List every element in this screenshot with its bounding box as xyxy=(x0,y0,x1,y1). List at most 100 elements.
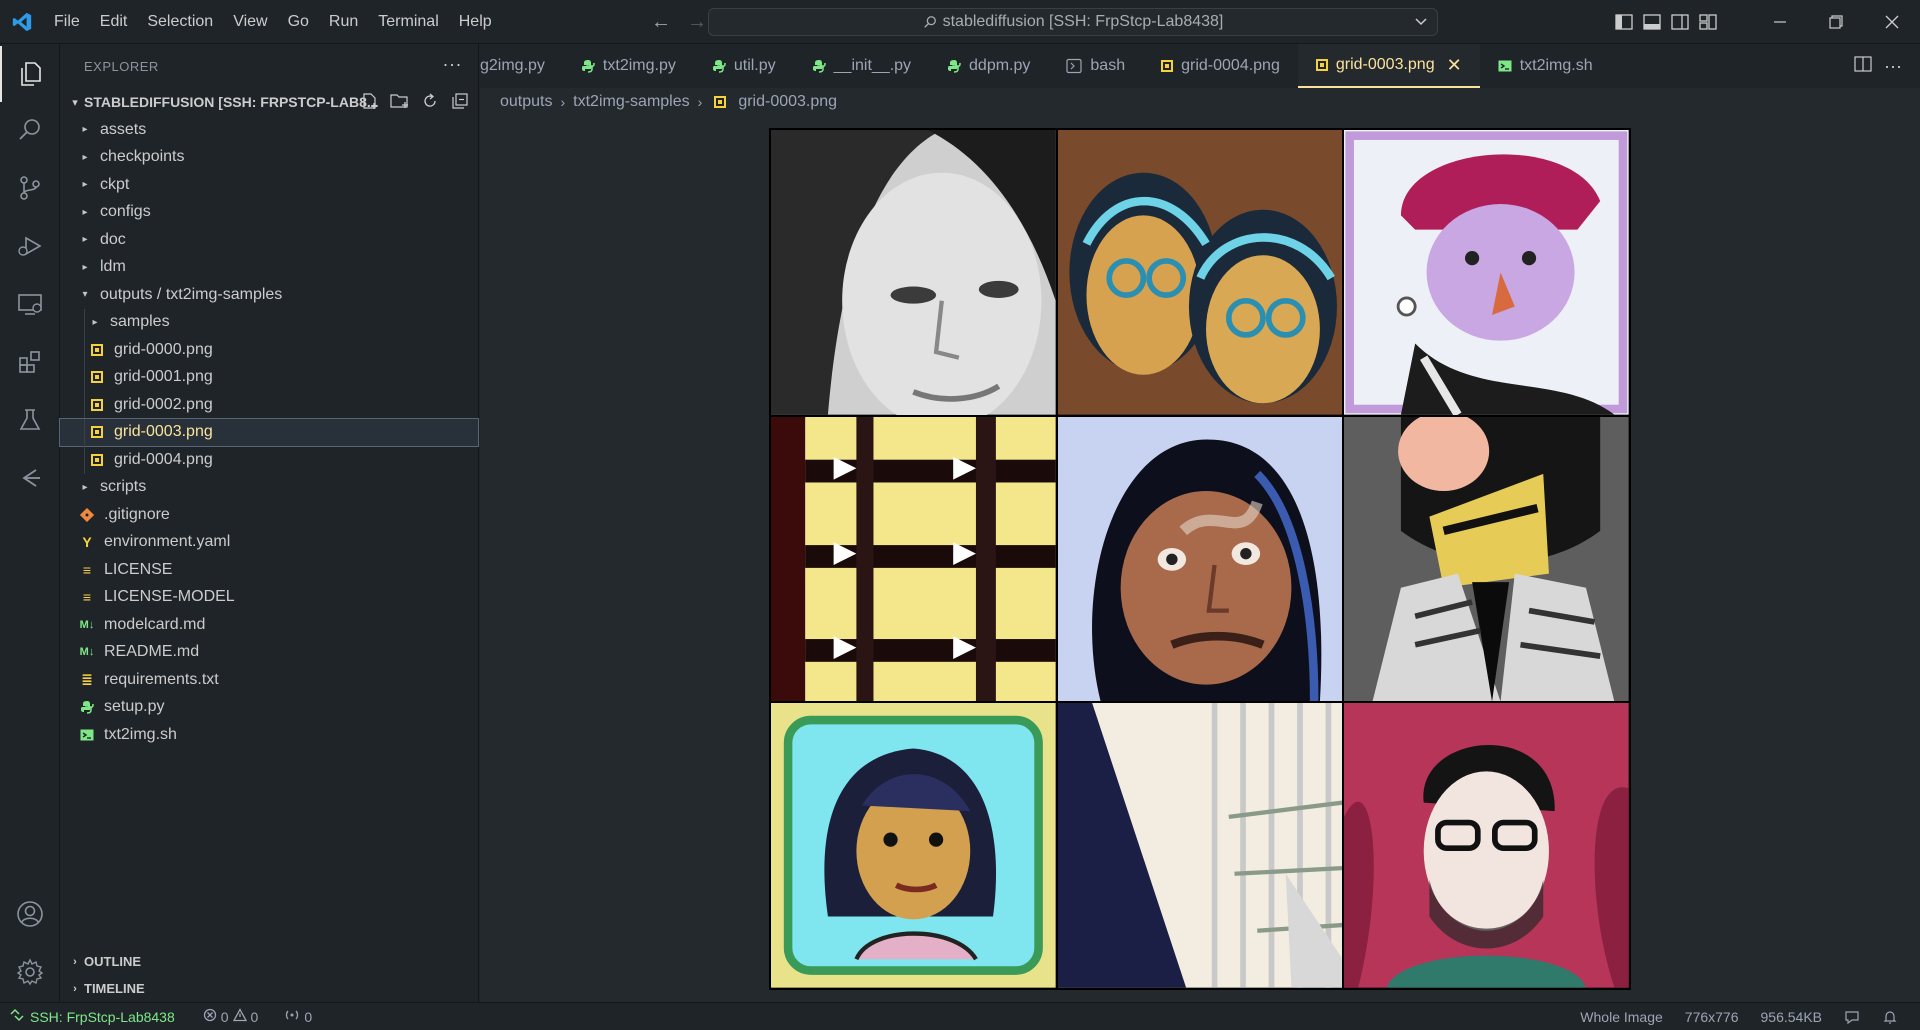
vscode-logo-icon xyxy=(0,0,44,44)
folder-assets[interactable]: ▸ assets xyxy=(60,116,478,144)
license-file-icon: ≡ xyxy=(82,561,92,578)
folder-ldm[interactable]: ▸ ldm xyxy=(60,254,478,282)
explorer-icon[interactable] xyxy=(0,46,60,102)
git-graph-icon[interactable] xyxy=(0,450,60,506)
split-editor-icon[interactable] xyxy=(1854,55,1872,77)
more-actions-icon[interactable]: ··· xyxy=(443,54,462,75)
outline-section[interactable]: › OUTLINE xyxy=(60,948,479,975)
indent-guide xyxy=(84,418,85,446)
back-arrow-icon[interactable]: ← xyxy=(648,9,674,35)
file-modelcard-md[interactable]: M↓ modelcard.md xyxy=(60,611,478,639)
folder-doc[interactable]: ▸ doc xyxy=(60,226,478,254)
menu-edit[interactable]: Edit xyxy=(90,0,138,44)
menu-help[interactable]: Help xyxy=(449,0,502,44)
tab-grid-0003-png[interactable]: grid-0003.png ✕ xyxy=(1297,44,1480,88)
ports-indicator[interactable]: 0 xyxy=(276,1008,320,1025)
menu-run[interactable]: Run xyxy=(319,0,368,44)
tree-item-label: README.md xyxy=(104,643,200,661)
file-license[interactable]: ≡ LICENSE xyxy=(60,556,478,584)
chevron-right-icon: › xyxy=(73,982,77,995)
tree-item-label: modelcard.md xyxy=(104,615,206,633)
python-file-icon xyxy=(712,59,726,73)
extensions-icon[interactable] xyxy=(0,334,60,390)
testing-icon[interactable] xyxy=(0,392,60,448)
problems-indicator[interactable]: 0 0 xyxy=(195,1008,267,1025)
tab-ddpm-py[interactable]: ddpm.py xyxy=(929,44,1048,88)
file-grid-0004-png[interactable]: grid-0004.png xyxy=(60,446,478,474)
chevron-right-icon: › xyxy=(560,94,566,110)
tab-txt2img-sh[interactable]: txt2img.sh xyxy=(1480,44,1611,88)
toggle-secondary-sidebar-icon[interactable] xyxy=(1666,0,1694,44)
command-center[interactable]: stablediffusion [SSH: FrpStcp-Lab8438] xyxy=(708,8,1438,36)
chevron-right-icon: › xyxy=(697,94,703,110)
file-requirements-txt[interactable]: ≣ requirements.txt xyxy=(60,666,478,694)
settings-gear-icon[interactable] xyxy=(0,944,60,1000)
folder-checkpoints[interactable]: ▸ checkpoints xyxy=(60,144,478,172)
toggle-panel-icon[interactable] xyxy=(1638,0,1666,44)
tab-g2img-py[interactable]: g2img.py xyxy=(480,44,563,88)
remote-indicator[interactable]: SSH: FrpStcp-Lab8438 xyxy=(0,1003,185,1030)
broadcast-icon xyxy=(284,1008,300,1025)
new-folder-icon[interactable] xyxy=(390,90,410,112)
folder-outputs-txt2img-samples[interactable]: ▾ outputs / txt2img-samples xyxy=(60,281,478,309)
folder-ckpt[interactable]: ▸ ckpt xyxy=(60,171,478,199)
tab-init-py[interactable]: __init__.py xyxy=(794,44,929,88)
image-preview[interactable] xyxy=(769,128,1631,990)
minimize-icon[interactable] xyxy=(1752,0,1808,44)
toggle-primary-sidebar-icon[interactable] xyxy=(1610,0,1638,44)
file-license-model[interactable]: ≡ LICENSE-MODEL xyxy=(60,584,478,612)
file-txt2img-sh[interactable]: txt2img.sh xyxy=(60,721,478,749)
more-actions-icon[interactable]: ··· xyxy=(1884,56,1902,77)
workspace-root[interactable]: ▾ STABLEDIFFUSION [SSH: FRPSTCP-LAB8... xyxy=(60,88,478,116)
image-dimensions: 776x776 xyxy=(1684,1009,1739,1025)
timeline-section[interactable]: › TIMELINE xyxy=(60,975,479,1002)
editor-actions: ··· xyxy=(1854,44,1920,88)
tab-bash[interactable]: bash xyxy=(1048,44,1143,88)
close-icon[interactable] xyxy=(1864,0,1920,44)
menu-selection[interactable]: Selection xyxy=(137,0,223,44)
tab-txt2img-py[interactable]: txt2img.py xyxy=(563,44,694,88)
folder-scripts[interactable]: ▸ scripts xyxy=(60,474,478,502)
file-setup-py[interactable]: setup.py xyxy=(60,694,478,722)
folder-samples[interactable]: ▸ samples xyxy=(60,308,478,336)
menu-file[interactable]: File xyxy=(44,0,90,44)
tree-item-label: scripts xyxy=(100,478,147,496)
close-tab-icon[interactable]: ✕ xyxy=(1447,55,1462,76)
file-readme-md[interactable]: M↓ README.md xyxy=(60,639,478,667)
source-control-icon[interactable] xyxy=(0,160,60,216)
tab-grid-0004-png[interactable]: grid-0004.png xyxy=(1143,44,1298,88)
tab-util-py[interactable]: util.py xyxy=(694,44,794,88)
image-tile xyxy=(771,416,1056,702)
new-file-icon[interactable] xyxy=(360,90,380,112)
search-icon[interactable] xyxy=(0,102,60,158)
refresh-icon[interactable] xyxy=(420,90,440,112)
file-grid-0002-png[interactable]: grid-0002.png xyxy=(60,391,478,419)
file-grid-0003-png[interactable]: grid-0003.png xyxy=(59,417,479,447)
feedback-icon[interactable] xyxy=(1836,1009,1868,1025)
customize-layout-icon[interactable] xyxy=(1694,0,1722,44)
error-icon xyxy=(203,1008,217,1025)
breadcrumb-subfolder[interactable]: txt2img-samples xyxy=(573,93,689,111)
file-environment-yaml[interactable]: Yenvironment.yaml xyxy=(60,529,478,557)
tab-label: g2img.py xyxy=(480,57,545,74)
chevron-down-icon[interactable] xyxy=(1413,13,1429,34)
notifications-bell-icon[interactable] xyxy=(1874,1009,1906,1025)
run-debug-icon[interactable] xyxy=(0,218,60,274)
menu-terminal[interactable]: Terminal xyxy=(368,0,448,44)
remote-explorer-icon[interactable] xyxy=(0,276,60,332)
forward-arrow-icon[interactable]: → xyxy=(684,9,710,35)
image-view-mode[interactable]: Whole Image xyxy=(1572,1009,1670,1025)
accounts-icon[interactable] xyxy=(0,886,60,942)
menu-go[interactable]: Go xyxy=(278,0,319,44)
tree-item-label: environment.yaml xyxy=(104,533,231,551)
folder-configs[interactable]: ▸ configs xyxy=(60,199,478,227)
breadcrumb-folder[interactable]: outputs xyxy=(500,93,552,111)
breadcrumb-file[interactable]: grid-0003.png xyxy=(738,93,837,111)
file-grid-0000-png[interactable]: grid-0000.png xyxy=(60,336,478,364)
git-file-icon xyxy=(78,506,96,524)
file-grid-0001-png[interactable]: grid-0001.png xyxy=(60,363,478,391)
restore-icon[interactable] xyxy=(1808,0,1864,44)
file-gitignore[interactable]: .gitignore xyxy=(60,501,478,529)
collapse-all-icon[interactable] xyxy=(450,90,470,112)
menu-view[interactable]: View xyxy=(223,0,277,44)
